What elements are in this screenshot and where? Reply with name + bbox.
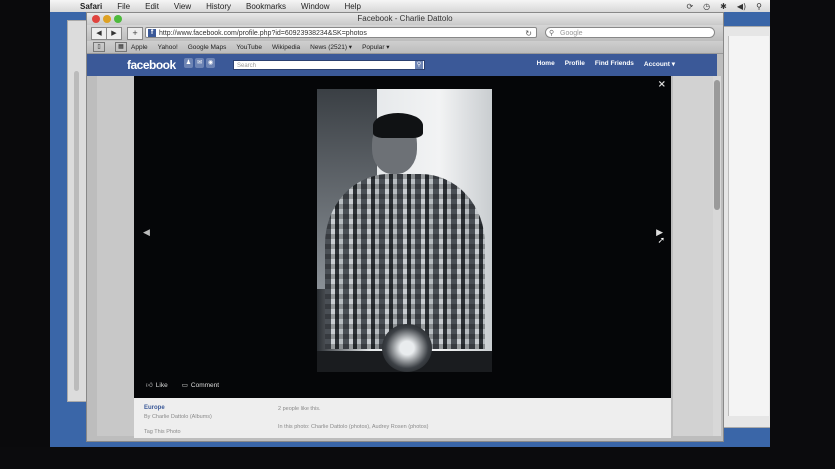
notifications-icon[interactable]: ◉ bbox=[206, 58, 215, 68]
facebook-search-placeholder: Search bbox=[237, 63, 257, 69]
close-viewer-icon[interactable]: × bbox=[658, 79, 666, 90]
time-machine-icon[interactable]: ◷ bbox=[703, 2, 710, 11]
nav-account[interactable]: Account ▾ bbox=[644, 60, 675, 68]
facebook-favicon-icon: f bbox=[148, 29, 156, 37]
photo-caption: Europe By Charlie Dattolo (Albums) Tag T… bbox=[134, 398, 671, 438]
comment-label: Comment bbox=[190, 382, 220, 389]
safari-window: Facebook - Charlie Dattolo ◀ ▶ + f http:… bbox=[86, 12, 724, 442]
back-button[interactable]: ◀ bbox=[91, 27, 107, 40]
nav-home[interactable]: Home bbox=[537, 60, 555, 68]
likes-count[interactable]: 2 people like this. bbox=[278, 406, 321, 412]
menu-bookmarks[interactable]: Bookmarks bbox=[246, 2, 286, 11]
photo-actions: 👍︎ Like ▭ Comment bbox=[146, 381, 219, 389]
tagged-people: In this photo: Charlie Dattolo (photos),… bbox=[278, 424, 429, 430]
forward-button[interactable]: ▶ bbox=[106, 27, 122, 40]
apple-icon[interactable] bbox=[62, 1, 72, 11]
mac-menu-bar: Safari File Edit View History Bookmarks … bbox=[50, 0, 770, 12]
dark-bezel-bottom bbox=[0, 447, 835, 469]
tag-photo-link[interactable]: Tag This Photo bbox=[144, 429, 181, 435]
mouse-cursor-icon: ➚ bbox=[657, 236, 665, 246]
menu-help[interactable]: Help bbox=[344, 2, 360, 11]
facebook-logo[interactable]: facebook bbox=[127, 58, 176, 72]
like-label: Like bbox=[155, 382, 168, 389]
photo-person-hair bbox=[373, 113, 423, 138]
window-title: Facebook - Charlie Dattolo bbox=[357, 14, 453, 23]
search-icon: ⚲ bbox=[549, 30, 555, 37]
facebook-search-icon[interactable]: ⚲ bbox=[415, 61, 423, 69]
bookmark-google-maps[interactable]: Google Maps bbox=[188, 44, 227, 51]
album-owner[interactable]: By Charlie Dattolo (Albums) bbox=[144, 414, 212, 420]
sync-icon[interactable]: ⟳ bbox=[686, 2, 693, 11]
facebook-nav: Home Profile Find Friends Account ▾ bbox=[537, 60, 675, 68]
menu-view[interactable]: View bbox=[174, 2, 191, 11]
menu-window[interactable]: Window bbox=[301, 2, 329, 11]
reading-list-icon[interactable]: ▯ bbox=[93, 42, 105, 52]
browser-toolbar: ◀ ▶ + f http://www.facebook.com/profile.… bbox=[87, 25, 723, 41]
menu-safari[interactable]: Safari bbox=[80, 2, 102, 11]
like-button[interactable]: 👍︎ Like bbox=[146, 381, 168, 389]
dark-bezel bbox=[0, 0, 55, 469]
page-left-column bbox=[97, 76, 137, 436]
address-bar[interactable]: f http://www.facebook.com/profile.php?id… bbox=[145, 27, 537, 38]
previous-photo-icon[interactable]: ◀ bbox=[143, 228, 150, 238]
bookmark-yahoo[interactable]: Yahoo! bbox=[158, 44, 178, 51]
menu-extras: ⟳ ◷ ✱ ◀) ⚲ bbox=[686, 0, 762, 12]
page-right-column bbox=[673, 76, 713, 436]
facebook-header: facebook ♟ ✉ ◉ Search ⚲ Home Profile Fin… bbox=[87, 54, 717, 76]
web-page: facebook ♟ ✉ ◉ Search ⚲ Home Profile Fin… bbox=[87, 54, 723, 441]
comment-button[interactable]: ▭ Comment bbox=[182, 381, 219, 389]
address-url: http://www.facebook.com/profile.php?id=6… bbox=[159, 30, 367, 37]
google-search-field[interactable]: ⚲ Google bbox=[545, 27, 715, 38]
notification-icons: ♟ ✉ ◉ bbox=[184, 58, 215, 68]
background-window-right-panel bbox=[728, 36, 769, 416]
photo-viewer: × ◀ ▶ ➚ 👍︎ Like ▭ Comment bbox=[134, 76, 671, 398]
messages-icon[interactable]: ✉ bbox=[195, 58, 204, 68]
bookmark-popular[interactable]: Popular ▾ bbox=[362, 43, 389, 51]
facebook-search-input[interactable]: Search ⚲ bbox=[233, 60, 425, 70]
comment-icon: ▭ bbox=[181, 382, 188, 389]
thumbs-up-icon: 👍︎ bbox=[146, 382, 153, 389]
menu-file[interactable]: File bbox=[117, 2, 130, 11]
bookmark-wikipedia[interactable]: Wikipedia bbox=[272, 44, 300, 51]
bookmark-youtube[interactable]: YouTube bbox=[236, 44, 262, 51]
top-sites-icon[interactable]: ▦ bbox=[115, 42, 127, 52]
menu-history[interactable]: History bbox=[206, 2, 231, 11]
nav-profile[interactable]: Profile bbox=[565, 60, 585, 68]
photo-scooter-headlight bbox=[382, 324, 432, 372]
google-search-placeholder: Google bbox=[560, 30, 583, 37]
background-scrollbar bbox=[74, 71, 79, 391]
friend-requests-icon[interactable]: ♟ bbox=[184, 58, 193, 68]
desktop-screen: Safari File Edit View History Bookmarks … bbox=[50, 0, 770, 447]
bookmarks-bar: ▯ ▦ Apple Yahoo! Google Maps YouTube Wik… bbox=[87, 41, 723, 54]
bookmark-news[interactable]: News (2521) ▾ bbox=[310, 43, 352, 51]
profile-photo[interactable] bbox=[317, 89, 492, 372]
page-scrollbar[interactable] bbox=[713, 76, 721, 436]
nav-find-friends[interactable]: Find Friends bbox=[595, 60, 634, 68]
add-bookmark-button[interactable]: + bbox=[127, 27, 143, 40]
album-link[interactable]: Europe bbox=[144, 405, 165, 411]
page-scrollbar-thumb[interactable] bbox=[714, 80, 720, 210]
reload-icon[interactable]: ↻ bbox=[525, 28, 532, 37]
bookmark-apple[interactable]: Apple bbox=[131, 44, 148, 51]
menu-edit[interactable]: Edit bbox=[145, 2, 159, 11]
spotlight-icon[interactable]: ⚲ bbox=[756, 2, 762, 11]
bluetooth-icon[interactable]: ✱ bbox=[720, 2, 727, 11]
title-bar: Facebook - Charlie Dattolo bbox=[87, 13, 723, 25]
photo-person-shirt bbox=[325, 174, 485, 349]
volume-icon[interactable]: ◀) bbox=[737, 2, 746, 11]
